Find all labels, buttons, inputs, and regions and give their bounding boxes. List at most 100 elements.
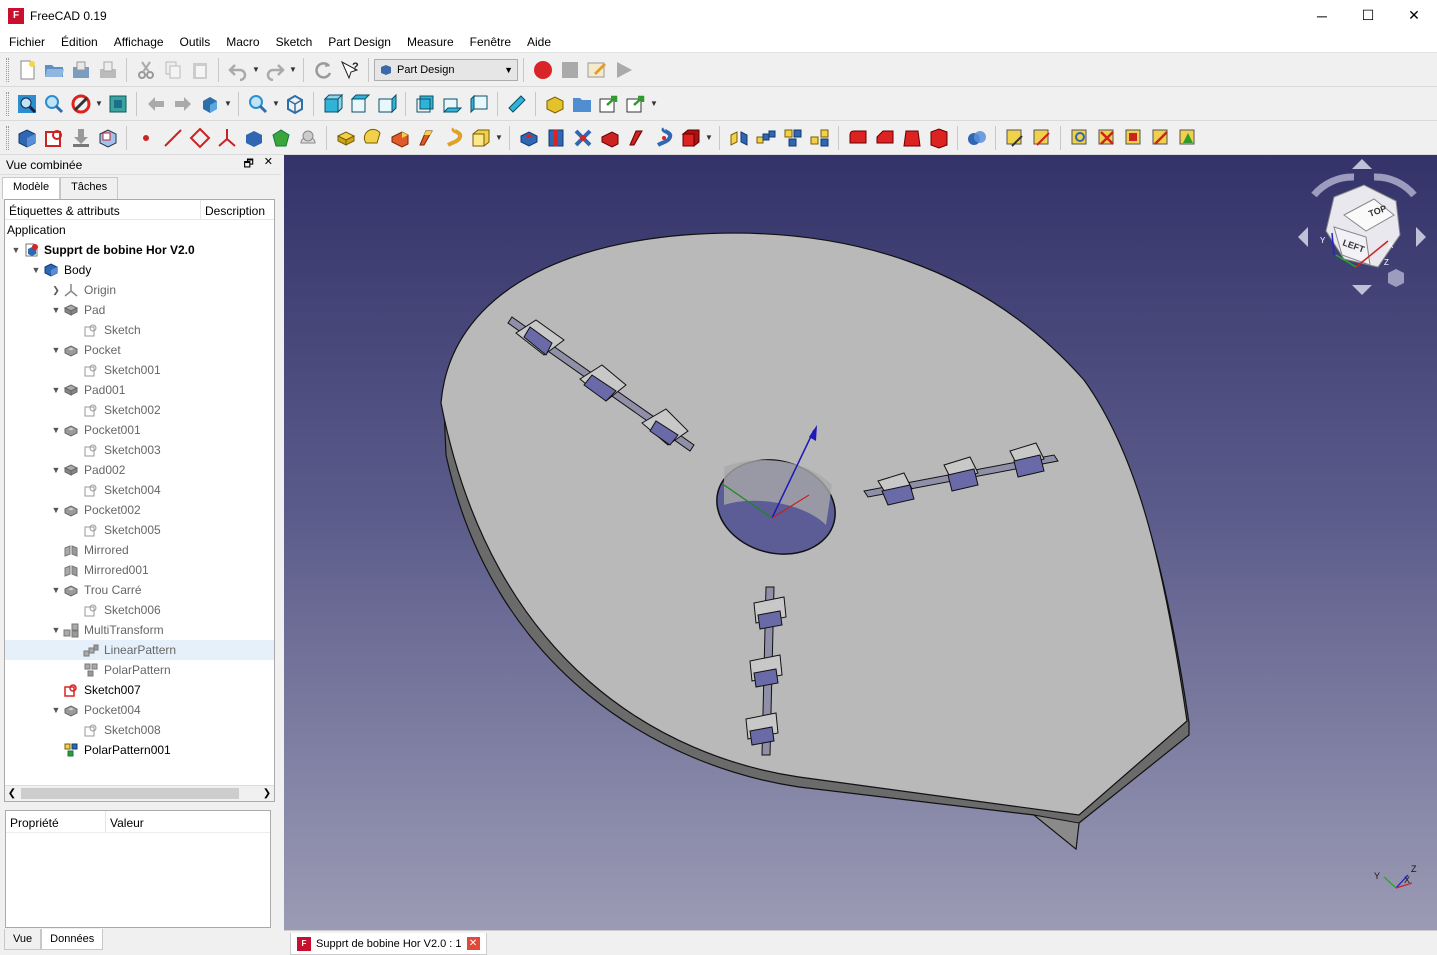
expand-arrow-icon[interactable]: ▼ (49, 625, 63, 635)
create-sketch-button[interactable] (40, 124, 67, 151)
additive-pipe-button[interactable] (413, 124, 440, 151)
macro-stop-button[interactable] (556, 56, 583, 83)
expand-arrow-icon[interactable]: ▼ (49, 465, 63, 475)
create-group-button[interactable] (568, 90, 595, 117)
menu-fenetre[interactable]: Fenêtre (462, 35, 519, 49)
measure-toggle-3d-button[interactable] (1147, 124, 1174, 151)
tree-item-sketch003[interactable]: Sketch003 (5, 440, 274, 460)
redo-dropdown[interactable]: ▼ (288, 65, 298, 74)
subtractive-primitive-dropdown[interactable]: ▼ (704, 133, 714, 142)
boolean-button[interactable] (963, 124, 990, 151)
tree-item-linearpattern[interactable]: LinearPattern (5, 640, 274, 660)
create-body-button[interactable] (13, 124, 40, 151)
maximize-button[interactable]: ☐ (1345, 0, 1391, 31)
view-rear-button[interactable] (411, 90, 438, 117)
zoom-button[interactable] (244, 90, 271, 117)
multitransform-button[interactable] (806, 124, 833, 151)
view-front-button[interactable] (319, 90, 346, 117)
tree-item-body[interactable]: ▼ Body (5, 260, 274, 280)
fillet-button[interactable] (844, 124, 871, 151)
tab-modele[interactable]: Modèle (2, 177, 61, 199)
view-menu-cube-icon[interactable] (1388, 269, 1404, 287)
tree-item-mirrored001[interactable]: Mirrored001 (5, 560, 274, 580)
tree-item-pocket004[interactable]: ▼ Pocket004 (5, 700, 274, 720)
tab-taches[interactable]: Tâches (60, 177, 119, 199)
mirrored-button[interactable] (725, 124, 752, 151)
groove-button[interactable] (569, 124, 596, 151)
link-dropdown[interactable]: ▼ (649, 99, 659, 108)
pocket-button[interactable] (515, 124, 542, 151)
paste-button[interactable] (186, 56, 213, 83)
close-button[interactable]: ✕ (1391, 0, 1437, 31)
tab-vue[interactable]: Vue (4, 929, 42, 950)
tree-item-multitransform[interactable]: ▼ MultiTransform (5, 620, 274, 640)
toolbar-grip[interactable] (6, 57, 9, 82)
menu-aide[interactable]: Aide (519, 35, 559, 49)
views-dropdown[interactable]: ▼ (223, 99, 233, 108)
linear-pattern-button[interactable] (752, 124, 779, 151)
scroll-left-icon[interactable]: ❮ (5, 788, 19, 799)
undo-button[interactable] (224, 56, 251, 83)
close-tab-icon[interactable]: ✕ (466, 937, 480, 950)
clone-button[interactable] (294, 124, 321, 151)
tree-item-pad002[interactable]: ▼ Pad002 (5, 460, 274, 480)
expand-arrow-icon[interactable]: ▼ (49, 385, 63, 395)
revolution-button[interactable] (359, 124, 386, 151)
create-link-button[interactable] (595, 90, 622, 117)
local-cs-button[interactable] (213, 124, 240, 151)
subtractive-primitive-button[interactable] (677, 124, 704, 151)
expand-arrow-icon[interactable]: ▼ (49, 425, 63, 435)
draw-style-dropdown[interactable]: ▼ (94, 99, 104, 108)
menu-part-design[interactable]: Part Design (320, 35, 399, 49)
redo-button[interactable] (261, 56, 288, 83)
tree-item-sketch[interactable]: Sketch (5, 320, 274, 340)
measure-toggle-delta-button[interactable] (1174, 124, 1201, 151)
scroll-right-icon[interactable]: ❯ (260, 788, 274, 799)
rotate-right-arrow-icon[interactable] (1416, 227, 1426, 247)
scroll-thumb[interactable] (21, 788, 239, 799)
toolbar-grip[interactable] (6, 91, 9, 116)
draw-style-button[interactable] (67, 90, 94, 117)
menu-outils[interactable]: Outils (172, 35, 219, 49)
additive-loft-button[interactable] (386, 124, 413, 151)
expand-arrow-icon[interactable]: ▼ (29, 265, 43, 275)
view-left-button[interactable] (465, 90, 492, 117)
thickness-button[interactable] (925, 124, 952, 151)
datum-plane-button[interactable] (186, 124, 213, 151)
tree-item-pad001[interactable]: ▼ Pad001 (5, 380, 274, 400)
value-column-header[interactable]: Valeur (106, 811, 148, 832)
measure-linear-button[interactable] (1001, 124, 1028, 151)
column-header-labels[interactable]: Étiquettes & attributs (5, 200, 201, 219)
tree-item-polarpattern[interactable]: PolarPattern (5, 660, 274, 680)
tree-item-sketch005[interactable]: Sketch005 (5, 520, 274, 540)
tree-item-pocket[interactable]: ▼ Pocket (5, 340, 274, 360)
tree-item-sketch008[interactable]: Sketch008 (5, 720, 274, 740)
tree-item-sketch007[interactable]: Sketch007 (5, 680, 274, 700)
undo-dropdown[interactable]: ▼ (251, 65, 261, 74)
view-bottom-button[interactable] (438, 90, 465, 117)
zoom-dropdown[interactable]: ▼ (271, 99, 281, 108)
menu-fichier[interactable]: Fichier (0, 35, 53, 49)
measure-distance-button[interactable] (503, 90, 530, 117)
shape-binder-button[interactable] (240, 124, 267, 151)
expand-arrow-icon[interactable]: ▼ (49, 345, 63, 355)
model-tree[interactable]: Étiquettes & attributs Description Appli… (4, 199, 275, 802)
tree-item-supprt-de-bobine-hor-v2-0[interactable]: ▼ Supprt de bobine Hor V2.0 (5, 240, 274, 260)
rotate-down-arrow-icon[interactable] (1352, 285, 1372, 295)
navigation-cube[interactable]: TOP LEFT Y X Z (1298, 159, 1426, 295)
view-isometric-button[interactable] (196, 90, 223, 117)
view-axo-button[interactable] (281, 90, 308, 117)
tree-item-sketch004[interactable]: Sketch004 (5, 480, 274, 500)
additive-helix-button[interactable] (440, 124, 467, 151)
expand-arrow-icon[interactable]: ▼ (49, 705, 63, 715)
chamfer-button[interactable] (871, 124, 898, 151)
tree-item-trou-carr[interactable]: ▼ Trou Carré (5, 580, 274, 600)
menu-sketch[interactable]: Sketch (268, 35, 321, 49)
expand-arrow-icon[interactable]: ▼ (49, 585, 63, 595)
toolbar-grip[interactable] (6, 125, 9, 150)
additive-primitive-button[interactable] (467, 124, 494, 151)
save-as-button[interactable] (94, 56, 121, 83)
macro-edit-button[interactable] (583, 56, 610, 83)
document-tab[interactable]: F Supprt de bobine Hor V2.0 : 1 ✕ (290, 933, 487, 955)
datum-line-button[interactable] (159, 124, 186, 151)
